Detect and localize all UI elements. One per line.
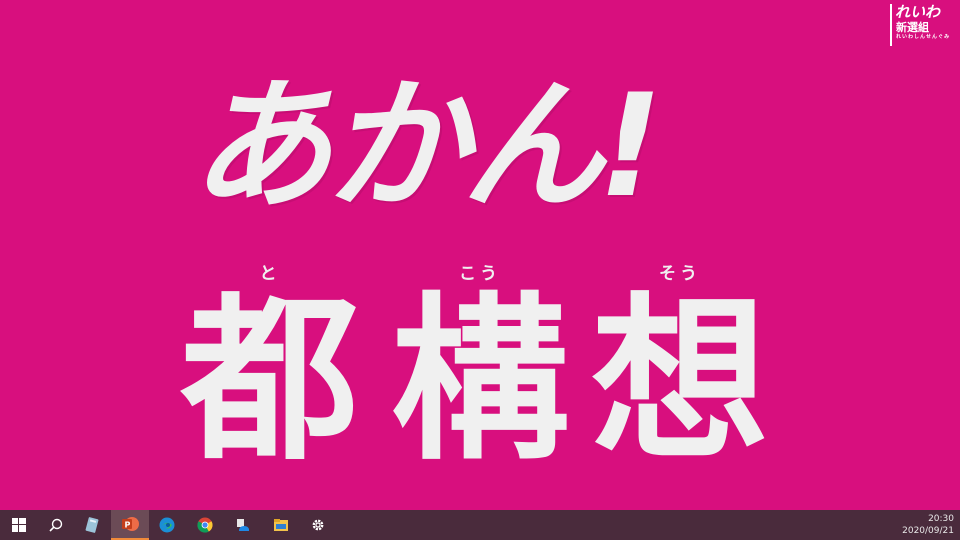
kanji-kou: こう 構 [380,262,580,476]
powerpoint-icon[interactable]: P [111,510,149,540]
svg-text:P: P [125,521,131,530]
edge-icon[interactable] [148,510,186,540]
file-explorer-icon[interactable] [262,510,300,540]
clock-time: 20:30 [928,514,954,524]
app-icon[interactable] [73,510,111,540]
kanji-char-to: 都 [181,277,359,484]
reiwa-logo: れいわ 新選組 れいわしんせんぐみ [890,4,958,46]
kanji-row: と 都 こう 構 そう 想 [170,262,790,482]
chrome-icon[interactable] [186,510,224,540]
search-icon[interactable] [37,510,75,540]
settings-icon[interactable] [299,510,337,540]
presentation-slide: あかん! と 都 こう 構 そう 想 [0,0,960,510]
kanji-char-kou: 構 [391,277,569,484]
logo-main-text: れいわ [895,4,941,21]
onedrive-icon[interactable] [224,510,262,540]
logo-sub-text: 新選組 [896,21,929,34]
clock-date: 2020/09/21 [902,526,954,536]
kanji-sou: そう 想 [580,262,780,476]
windows-start-icon[interactable] [0,510,38,540]
taskbar: P 20:30 2020/09/21 [0,510,960,540]
taskbar-clock[interactable]: 20:30 2020/09/21 [884,513,954,537]
slide-headline: あかん! [190,64,663,229]
kanji-to: と 都 [170,262,370,476]
logo-tiny-text: れいわしんせんぐみ [896,34,951,40]
kanji-char-sou: 想 [591,277,769,484]
